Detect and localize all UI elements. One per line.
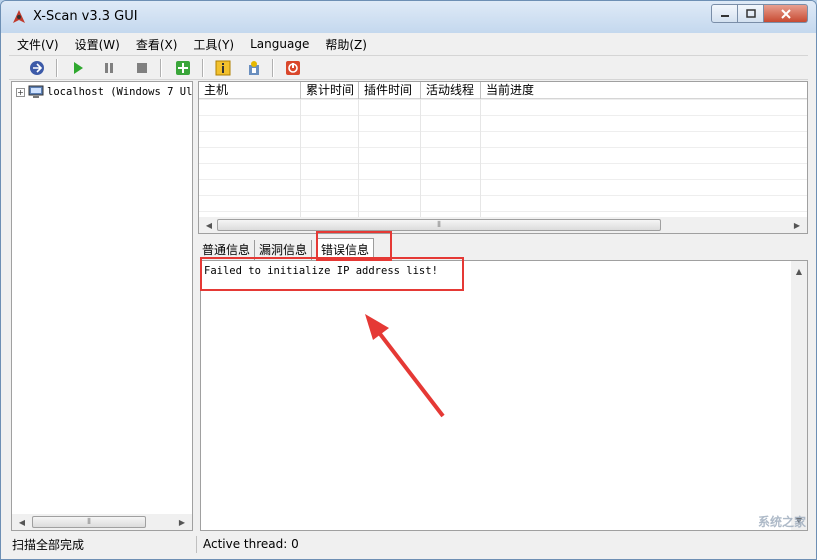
tab-error-info[interactable]: 错误信息: [316, 238, 375, 260]
minimize-icon: [720, 14, 729, 17]
toolbar: [9, 55, 808, 80]
menu-file[interactable]: 文件(V): [9, 36, 67, 53]
close-button[interactable]: [764, 4, 808, 23]
info-icon: [215, 60, 231, 76]
status-bar: 扫描全部完成 Active thread: 0: [9, 534, 808, 554]
tree-horizontal-scrollbar[interactable]: ◀ ⦀ ▶: [12, 514, 192, 530]
scroll-left-icon[interactable]: ◀: [201, 217, 217, 233]
tab-vulnerability-info[interactable]: 漏洞信息: [255, 240, 313, 260]
close-icon: [780, 8, 791, 19]
wizard-icon: [249, 61, 259, 75]
window-title: X-Scan v3.3 GUI: [33, 9, 138, 24]
play-icon: [74, 62, 83, 74]
pause-icon: [105, 63, 113, 73]
host-tree[interactable]: + localhost (Windows 7 Ul ◀ ⦀ ▶: [11, 81, 193, 531]
maximize-button[interactable]: [738, 4, 764, 23]
menu-language[interactable]: Language: [242, 37, 317, 51]
minimize-button[interactable]: [711, 4, 738, 23]
connect-button[interactable]: [28, 59, 46, 77]
tree-item-label: localhost (Windows 7 Ul: [47, 86, 193, 98]
tab-general-info[interactable]: 普通信息: [198, 240, 256, 260]
main-window: X-Scan v3.3 GUI 文件(V) 设置(W) 查看(X) 工具(Y) …: [0, 0, 817, 560]
log-vertical-scrollbar[interactable]: ▲ ▼: [791, 261, 807, 530]
plugin-button[interactable]: [174, 59, 192, 77]
list-header: 主机 累计时间 插件时间 活动线程 当前进度: [199, 82, 807, 99]
info-button[interactable]: [214, 59, 232, 77]
exit-icon: [286, 61, 300, 75]
log-line: Failed to initialize IP address list!: [204, 265, 438, 277]
info-tabs: 普通信息 漏洞信息 错误信息: [198, 238, 375, 260]
menu-tools[interactable]: 工具(Y): [185, 36, 242, 53]
scroll-left-icon[interactable]: ◀: [14, 514, 30, 530]
column-header-active-threads[interactable]: 活动线程: [421, 82, 481, 99]
expand-icon[interactable]: +: [16, 87, 25, 97]
scroll-right-icon[interactable]: ▶: [174, 514, 190, 530]
stop-icon: [137, 63, 147, 73]
exit-button[interactable]: [284, 59, 302, 77]
scan-status: 扫描全部完成: [9, 535, 197, 553]
menu-view[interactable]: 查看(X): [128, 36, 186, 53]
start-button[interactable]: [69, 59, 87, 77]
window-controls: [711, 4, 808, 24]
scrollbar-thumb[interactable]: ⦀: [32, 516, 146, 528]
connect-icon: [30, 61, 44, 75]
menu-bar: 文件(V) 设置(W) 查看(X) 工具(Y) Language 帮助(Z): [9, 34, 808, 54]
plugin-icon: [176, 61, 190, 75]
menu-settings[interactable]: 设置(W): [67, 36, 128, 53]
stop-button[interactable]: [133, 59, 151, 77]
wizard-button[interactable]: [245, 59, 263, 77]
scrollbar-thumb[interactable]: ⦀: [217, 219, 661, 231]
column-header-plugin-time[interactable]: 插件时间: [359, 82, 421, 99]
maximize-icon: [745, 8, 756, 18]
title-bar[interactable]: X-Scan v3.3 GUI: [1, 1, 816, 33]
app-icon: [13, 10, 25, 23]
column-header-total-time[interactable]: 累计时间: [301, 82, 359, 99]
scroll-right-icon[interactable]: ▶: [789, 217, 805, 233]
host-list[interactable]: 主机 累计时间 插件时间 活动线程 当前进度 ◀ ⦀ ▶: [198, 81, 808, 234]
active-thread-status: Active thread: 0: [203, 537, 299, 551]
watermark-logo: 系统之家: [757, 515, 806, 529]
error-log[interactable]: Failed to initialize IP address list! ▲ …: [200, 260, 808, 531]
menu-help[interactable]: 帮助(Z): [317, 36, 375, 53]
annotation-arrow-icon: [365, 314, 445, 418]
column-header-progress[interactable]: 当前进度: [481, 82, 807, 99]
tree-item-localhost[interactable]: + localhost (Windows 7 Ul: [16, 85, 192, 99]
list-horizontal-scrollbar[interactable]: ◀ ⦀ ▶: [199, 217, 807, 233]
pause-button[interactable]: [100, 59, 118, 77]
computer-icon: [28, 85, 44, 98]
list-grid: [199, 99, 807, 217]
column-header-host[interactable]: 主机: [199, 82, 301, 99]
scroll-up-icon[interactable]: ▲: [791, 263, 807, 279]
